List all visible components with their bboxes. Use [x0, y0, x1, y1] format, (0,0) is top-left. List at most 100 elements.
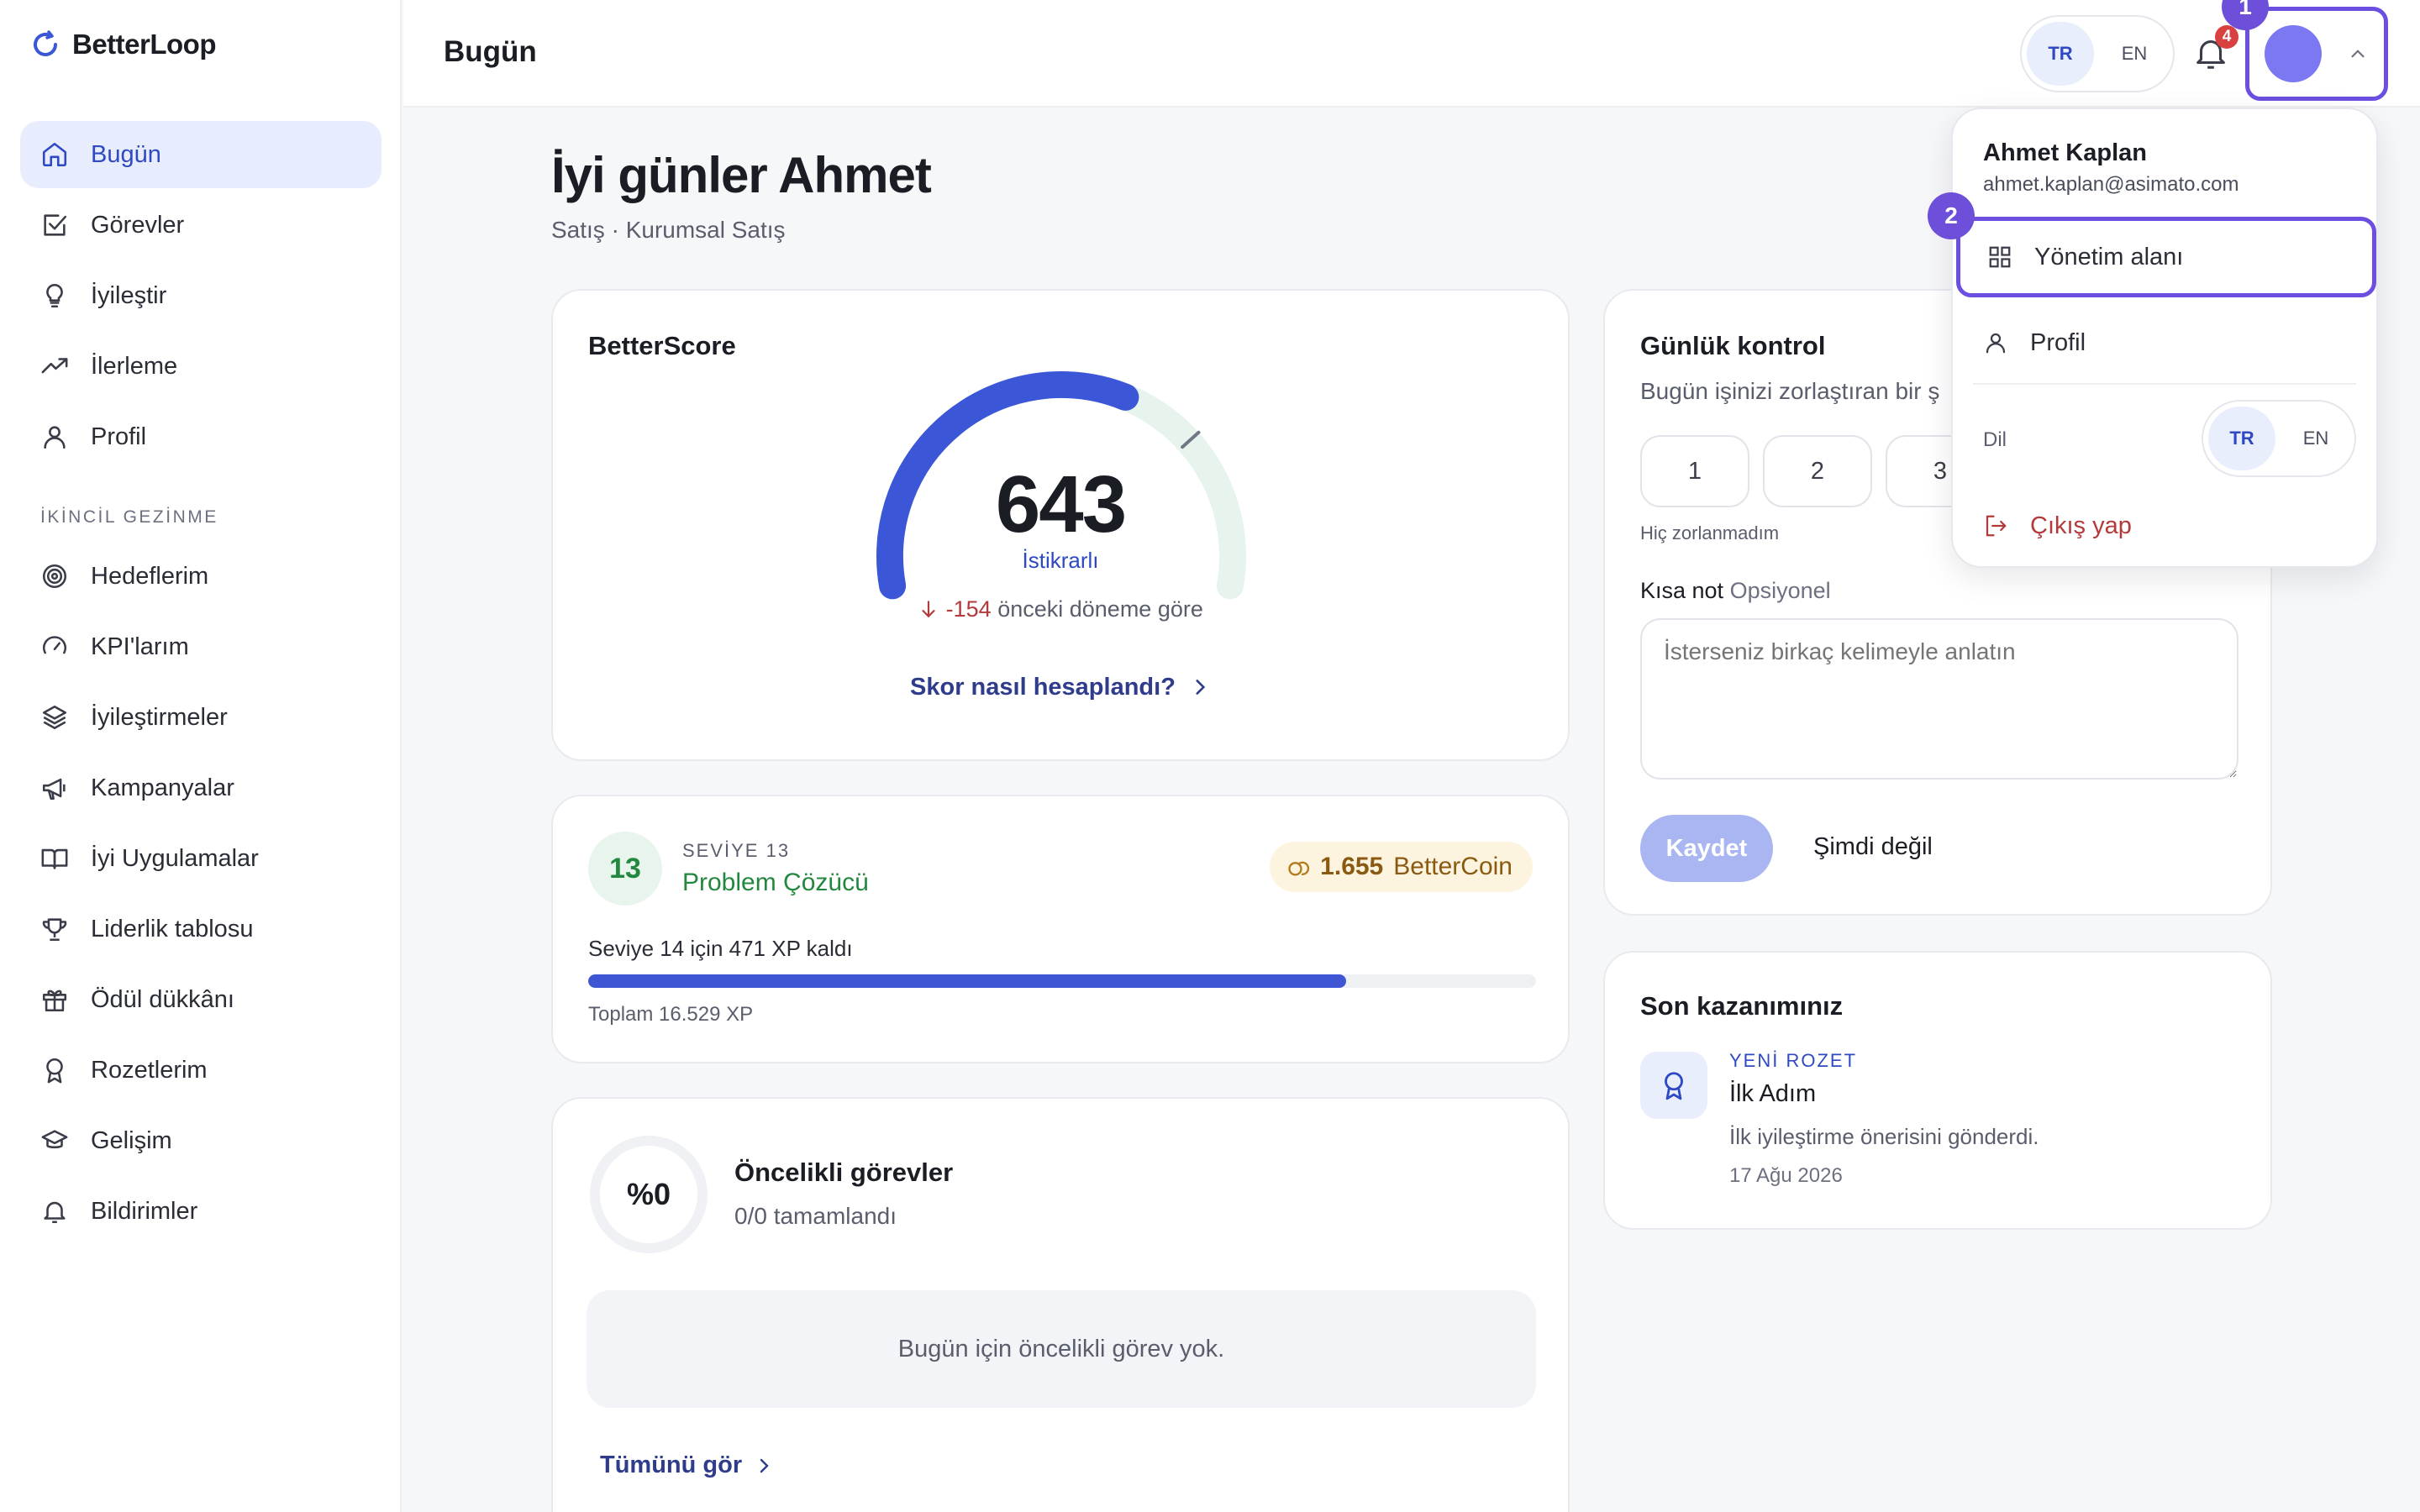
sidebar-item-label: İyileştir [91, 281, 167, 309]
score-change-text: önceki döneme göre [997, 596, 1203, 622]
sidebar-item-improvements[interactable]: İyileştirmeler [20, 684, 381, 751]
betterscore-card: BetterScore 643 İstikrarlı -154 önceki d… [551, 289, 1570, 761]
user-menu-button[interactable] [2245, 7, 2388, 101]
tasks-title: Öncelikli görevler [734, 1158, 954, 1187]
sidebar-item-badges[interactable]: Rozetlerim [20, 1037, 381, 1104]
priority-tasks-card: %0 Öncelikli görevler 0/0 tamamlandı Bug… [551, 1097, 1570, 1512]
sidebar-item-leaderboard[interactable]: Liderlik tablosu [20, 895, 381, 963]
menu-lang-option-en[interactable]: EN [2282, 407, 2349, 470]
sidebar-item-label: Profil [91, 423, 147, 450]
badge-icon-container [1640, 1052, 1707, 1119]
gain-kicker: YENİ ROZET [1729, 1050, 1858, 1071]
sidebar-item-label: Kampanyalar [91, 774, 234, 801]
sidebar-item-tasks[interactable]: Görevler [20, 192, 381, 259]
score-change-value: -154 [945, 596, 992, 622]
menu-admin-label: Yönetim alanı [2034, 243, 2184, 270]
brand-name: BetterLoop [72, 29, 217, 60]
coin-amount: 1.655 [1320, 853, 1384, 880]
level-number-badge: 13 [588, 832, 662, 906]
sidebar-item-label: Gelişim [91, 1126, 172, 1154]
sidebar-item-progress[interactable]: İlerleme [20, 333, 381, 400]
tasks-subtitle: 0/0 tamamlandı [734, 1203, 897, 1229]
lightbulb-icon [46, 283, 63, 308]
xp-progress-bar [588, 974, 1536, 988]
header-language-switch: TR EN [2020, 15, 2175, 92]
level-name: Problem Çözücü [682, 869, 869, 896]
score-change: -154 önceki döneme göre [553, 596, 1568, 622]
recent-gain-card: Son kazanımınız YENİ ROZET İlk Adım İlk … [1603, 951, 2272, 1230]
not-now-button[interactable]: Şimdi değil [1813, 833, 1933, 861]
score-status: İstikrarlı [1022, 548, 1099, 573]
gift-icon [42, 990, 67, 1012]
score-explanation-link[interactable]: Skor nasıl hesaplandı? [553, 674, 1568, 701]
user-icon [44, 426, 66, 449]
menu-logout-label: Çıkış yap [2030, 512, 2132, 539]
greeting-subtitle: Satış · Kurumsal Satış [551, 217, 786, 243]
arrow-down-icon [922, 601, 935, 618]
level-label: SEVİYE 13 [682, 840, 791, 861]
sidebar: BetterLoop Bugün Görevler İyileştir İler… [0, 0, 402, 1512]
lang-option-en[interactable]: EN [2101, 22, 2168, 86]
chevron-up-icon [2351, 50, 2365, 58]
sidebar-item-improve[interactable]: İyileştir [20, 262, 381, 329]
tasks-empty-state: Bugün için öncelikli görev yok. [587, 1290, 1536, 1408]
home-icon [42, 142, 67, 167]
brand[interactable]: BetterLoop [30, 29, 217, 60]
sidebar-item-development[interactable]: Gelişim [20, 1107, 381, 1174]
short-note-input[interactable] [1640, 618, 2238, 780]
sidebar-item-label: Hedeflerim [91, 562, 209, 590]
sidebar-item-campaigns[interactable]: Kampanyalar [20, 754, 381, 822]
sidebar-item-kpis[interactable]: KPI'larım [20, 613, 381, 680]
sidebar-item-label: KPI'larım [91, 633, 189, 660]
sidebar-item-profile[interactable]: Profil [20, 403, 381, 470]
trend-up-icon [41, 358, 68, 374]
secondary-nav-label: İKİNCİL GEZİNME [40, 507, 218, 527]
recent-gain-title: Son kazanımınız [1640, 991, 1844, 1021]
chevron-right-icon [760, 1458, 769, 1473]
coin-balance: 1.655 BetterCoin [1270, 842, 1533, 892]
sidebar-item-label: Ödül dükkânı [91, 985, 234, 1013]
rating-option-1[interactable]: 1 [1640, 435, 1749, 507]
menu-item-logout[interactable]: Çıkış yap [1953, 486, 2376, 566]
sidebar-item-goals[interactable]: Hedeflerim [20, 543, 381, 610]
sidebar-item-label: İyi Uygulamalar [91, 844, 259, 872]
note-optional-text: Opsiyonel [1729, 578, 1831, 603]
menu-lang-option-tr[interactable]: TR [2208, 407, 2275, 470]
daily-check-title: Günlük kontrol [1640, 331, 1826, 360]
menu-user-email: ahmet.kaplan@asimato.com [1983, 173, 2239, 196]
lang-option-tr[interactable]: TR [2027, 22, 2094, 86]
coins-icon [1288, 861, 1310, 876]
checkbox-icon [44, 214, 67, 236]
loop-logo-icon [34, 30, 57, 56]
menu-item-admin[interactable]: Yönetim alanı [1956, 217, 2376, 297]
sidebar-item-best-practices[interactable]: İyi Uygulamalar [20, 825, 381, 892]
xp-remaining: Seviye 14 için 471 XP kaldı [588, 936, 853, 961]
score-link-label: Skor nasıl hesaplandı? [910, 674, 1176, 701]
gain-description: İlk iyileştirme önerisini gönderdi. [1729, 1124, 2039, 1149]
save-button[interactable]: Kaydet [1640, 815, 1773, 882]
menu-language-label: Dil [1983, 428, 2007, 451]
logout-icon [1986, 515, 2007, 537]
xp-total: Toplam 16.529 XP [588, 1003, 754, 1026]
level-card: 13 SEVİYE 13 Problem Çözücü 1.655 Better… [551, 795, 1570, 1063]
gauge-icon [42, 636, 67, 654]
score-value: 643 [995, 459, 1127, 549]
user-icon [1986, 333, 2006, 354]
gain-date: 17 Ağu 2026 [1729, 1164, 1843, 1187]
menu-item-profile[interactable]: Profil [1953, 302, 2376, 383]
sidebar-item-notifications[interactable]: Bildirimler [20, 1178, 381, 1245]
sidebar-item-label: İlerleme [91, 352, 178, 380]
book-icon [41, 848, 68, 869]
sidebar-item-reward-shop[interactable]: Ödül dükkânı [20, 966, 381, 1033]
see-all-tasks-link[interactable]: Tümünü gör [600, 1452, 774, 1479]
notification-count-badge: 4 [2215, 25, 2238, 49]
menu-divider [1973, 383, 2356, 385]
tasks-percent: %0 [626, 1177, 671, 1211]
difficulty-rating-row: 1 2 3 [1640, 435, 1995, 507]
sidebar-item-label: Bugün [91, 140, 161, 168]
trophy-icon [42, 918, 67, 942]
sidebar-item-label: Liderlik tablosu [91, 915, 254, 942]
sidebar-item-today[interactable]: Bugün [20, 121, 381, 188]
graduation-cap-icon [41, 1130, 68, 1149]
rating-option-2[interactable]: 2 [1763, 435, 1872, 507]
